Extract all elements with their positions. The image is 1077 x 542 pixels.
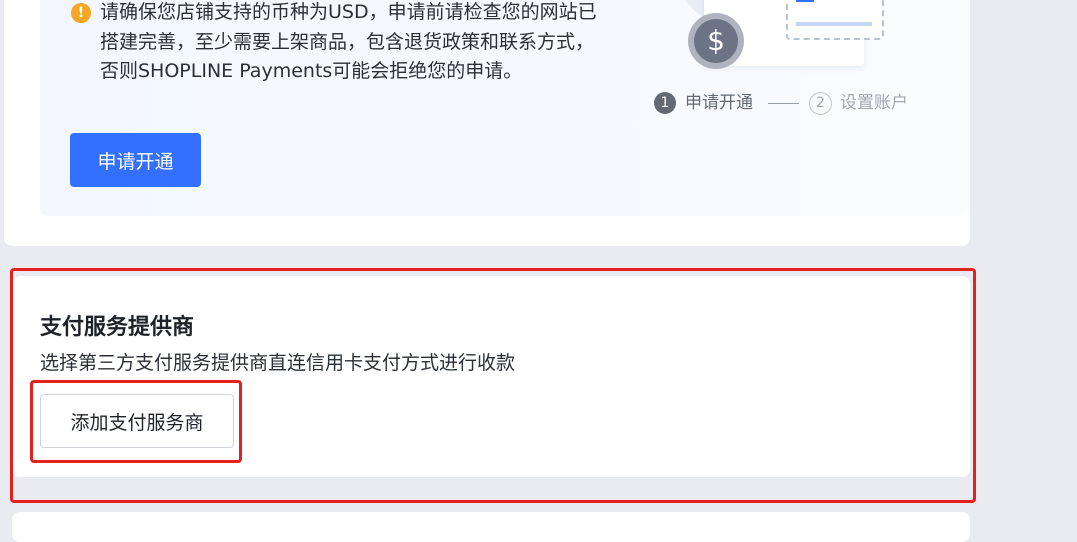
illustration-card-line bbox=[796, 22, 872, 26]
step-connector bbox=[768, 103, 799, 104]
dollar-coin-icon: $ bbox=[688, 13, 744, 69]
dollar-symbol: $ bbox=[694, 19, 738, 63]
notice-text: 请确保您店铺支持的币种为USD，申请前请检查您的网站已搭建完善，至少需要上架商品… bbox=[100, 1, 597, 82]
step-1-label: 申请开通 bbox=[685, 93, 753, 113]
section-title: 支付服务提供商 bbox=[40, 315, 195, 340]
illustration-card bbox=[786, 0, 884, 40]
warning-icon: ! bbox=[71, 3, 91, 23]
step-1-number: 1 bbox=[654, 92, 676, 114]
step-2-label: 设置账户 bbox=[840, 93, 908, 113]
next-card bbox=[12, 512, 970, 542]
highlight-box-button bbox=[30, 380, 242, 463]
step-2-number: 2 bbox=[809, 92, 832, 115]
apply-button[interactable]: 申请开通 bbox=[70, 133, 201, 187]
section-description: 选择第三方支付服务提供商直连信用卡支付方式进行收款 bbox=[40, 352, 516, 374]
illustration-card-accent bbox=[796, 0, 814, 2]
